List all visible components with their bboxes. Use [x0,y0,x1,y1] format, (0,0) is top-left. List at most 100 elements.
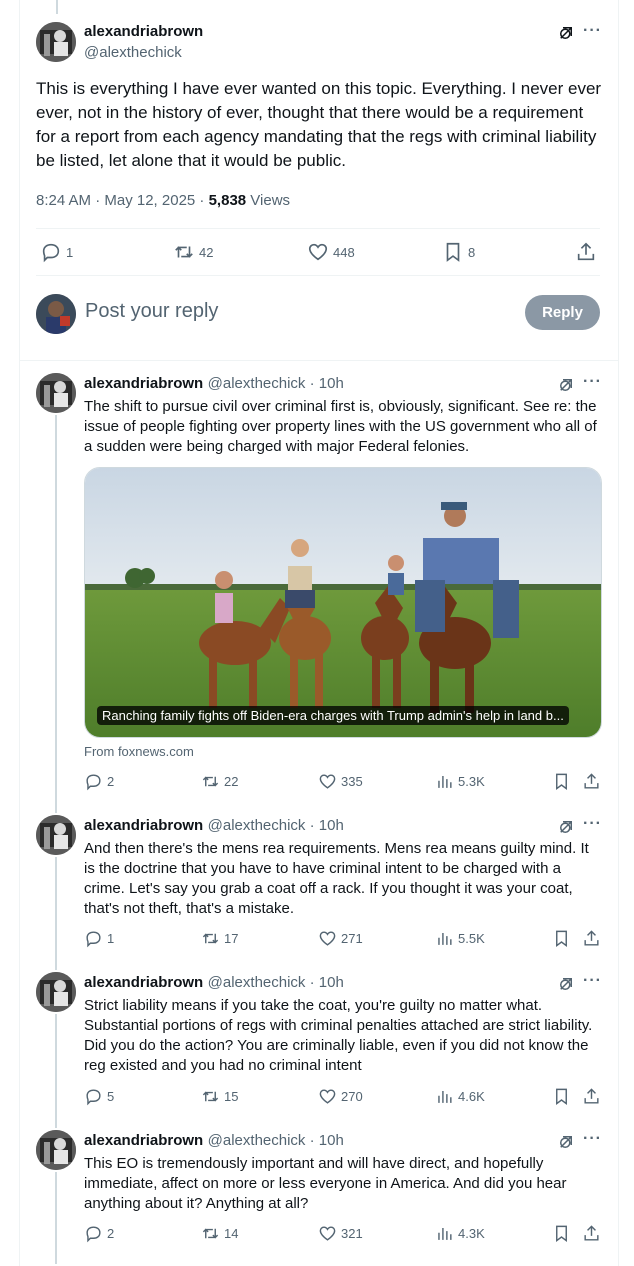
reply-button[interactable]: 2 [84,1224,114,1243]
reply-icon [86,931,101,948]
author-name-text[interactable]: alexandriabrown [84,23,203,40]
card-image [85,468,601,737]
share-icon [584,1088,599,1104]
bookmark-icon [556,930,567,948]
like-button[interactable]: 271 [318,929,363,948]
views-count: 4.6K [458,1089,485,1104]
reply-icon [42,243,60,263]
share-button[interactable] [582,1224,601,1243]
bookmark-button[interactable] [552,1224,571,1243]
author-handle[interactable]: @alexthechick · 10h [208,375,344,392]
divider [36,228,600,229]
reply-count: 1 [66,244,74,260]
reply-button[interactable]: 5 [84,1087,114,1106]
retweet-button[interactable]: 22 [201,772,238,791]
bookmark-icon [556,1225,567,1243]
grok-icon[interactable] [557,1133,575,1151]
views-label: Views [246,192,291,209]
like-button[interactable]: 335 [318,772,363,791]
views-count: 5,838 [208,192,247,209]
current-user-avatar[interactable] [36,294,76,334]
views-count: 5.5K [458,931,485,946]
retweet-icon [175,246,193,258]
retweet-icon [202,1091,219,1102]
reply-icon [86,1226,101,1243]
link-card[interactable]: Ranching family fights off Biden-era cha… [84,467,602,738]
tweet-text: And then there's the mens rea requiremen… [84,840,589,917]
retweet-count: 15 [224,1089,239,1104]
divider [20,360,619,361]
author-handle[interactable]: @alexthechick [84,44,182,61]
grok-icon[interactable] [557,24,575,42]
card-caption: Ranching family fights off Biden-era cha… [97,706,569,725]
retweet-count: 42 [199,244,214,260]
more-icon[interactable]: ··· [583,22,602,40]
reply-button[interactable]: 2 [84,772,114,791]
like-icon [319,1089,336,1104]
reply-count: 5 [107,1089,115,1104]
retweet-button[interactable]: 15 [201,1087,238,1106]
retweet-icon [202,933,219,944]
avatar[interactable] [36,1130,76,1170]
share-icon [584,1225,599,1241]
avatar[interactable] [36,972,76,1012]
like-button[interactable]: 321 [318,1224,363,1243]
author-name[interactable]: alexandriabrown [84,974,203,991]
retweet-button[interactable]: 14 [201,1224,238,1243]
like-icon [319,1226,336,1241]
bookmark-button[interactable] [552,929,571,948]
grok-icon[interactable] [557,818,575,836]
like-button[interactable]: 448 [307,241,355,263]
card-source[interactable]: From foxnews.com [84,744,194,759]
share-button[interactable] [582,929,601,948]
author-name[interactable]: alexandriabrown [84,817,203,834]
reply-icon [86,1089,101,1106]
tweet-text: This is everything I have ever wanted on… [36,79,602,170]
reply-header: alexandriabrown @alexthechick · 10h [84,974,344,992]
reply-input[interactable]: Post your reply [85,300,218,323]
author-handle[interactable]: @alexthechick · 10h [208,974,344,991]
more-icon[interactable]: ··· [583,815,602,833]
views-button[interactable]: 5.3K [435,772,485,791]
thread-connector [55,857,57,970]
views-button[interactable]: 5.5K [435,929,485,948]
like-icon [319,774,336,789]
bookmark-button[interactable]: 8 [442,241,475,263]
author-handle[interactable]: @alexthechick · 10h [208,817,344,834]
views-button[interactable]: 4.6K [435,1087,485,1106]
share-button[interactable] [582,1087,601,1106]
avatar[interactable] [36,815,76,855]
views-button[interactable]: 4.3K [435,1224,485,1243]
grok-icon[interactable] [557,975,575,993]
share-button[interactable] [582,772,601,791]
reply-count: 2 [107,774,115,789]
author-name[interactable]: alexandriabrown [84,375,203,392]
bookmark-icon [446,242,460,262]
like-count: 271 [341,931,363,946]
share-icon [577,242,595,261]
reply-icon [86,774,101,791]
reply-button[interactable]: 1 [84,929,114,948]
timestamp[interactable]: 8:24 AM · May 12, 2025 · [36,192,209,209]
grok-icon[interactable] [557,376,575,394]
avatar[interactable] [36,22,76,62]
bookmark-button[interactable] [552,772,571,791]
reply-button[interactable]: 1 [40,241,73,263]
retweet-button[interactable]: 17 [201,929,238,948]
retweet-button[interactable]: 42 [173,241,213,263]
more-icon[interactable]: ··· [583,972,602,990]
author-name[interactable]: alexandriabrown [84,1132,203,1149]
more-icon[interactable]: ··· [583,1130,602,1148]
share-button[interactable] [575,241,597,263]
like-icon [308,243,328,261]
tweet-text: This EO is tremendously important and wi… [84,1155,567,1212]
avatar[interactable] [36,373,76,413]
bookmark-button[interactable] [552,1087,571,1106]
author-handle[interactable]: @alexthechick · 10h [208,1132,344,1149]
like-button[interactable]: 270 [318,1087,363,1106]
author-name[interactable]: alexandriabrown [84,23,203,41]
views-count: 4.3K [458,1226,485,1241]
views-icon [438,1227,452,1240]
reply-submit-button[interactable]: Reply [525,295,600,330]
more-icon[interactable]: ··· [583,373,602,391]
